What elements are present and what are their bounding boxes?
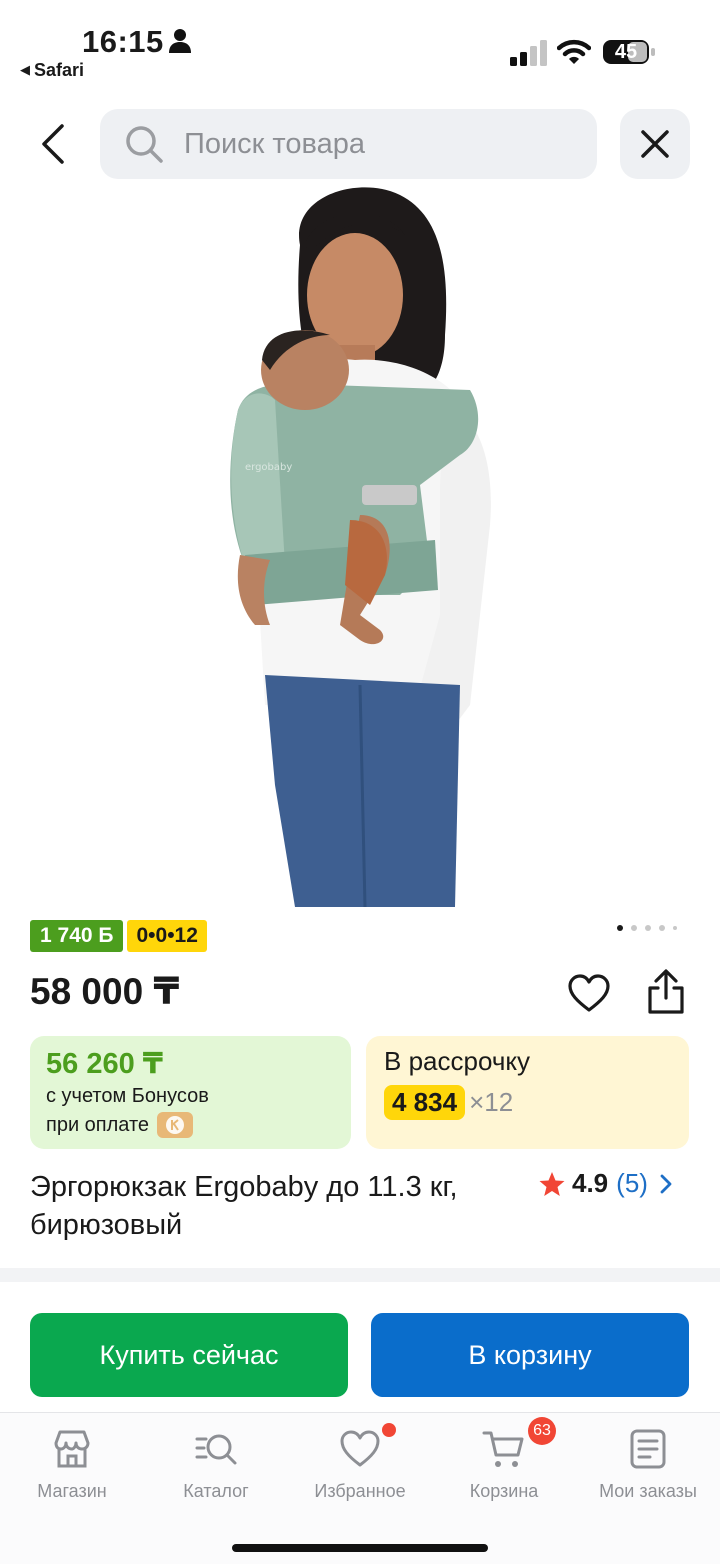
gallery-pagination	[617, 925, 677, 931]
bonus-price-amount: 56 260 ₸	[46, 1048, 163, 1080]
chevron-right-icon	[660, 1174, 672, 1193]
search-placeholder: Поиск товара	[184, 127, 365, 160]
tab-my-orders[interactable]: Мои заказы	[576, 1427, 720, 1502]
rating-value: 4.9	[572, 1168, 609, 1198]
heart-icon	[340, 1430, 380, 1467]
status-time: 16:15	[82, 24, 164, 59]
wifi-icon	[557, 39, 591, 64]
bonus-price-card[interactable]: 56 260 ₸ с учетом Бонусов при оплате	[30, 1036, 351, 1149]
bonus-price-line2: при оплате	[46, 1113, 150, 1136]
product-image[interactable]: ergobaby	[0, 185, 720, 907]
bonus-price-line2-row: при оплате	[46, 1112, 335, 1138]
kaspi-gold-icon	[157, 1112, 194, 1138]
bonus-price-line1: с учетом Бонусов	[46, 1085, 209, 1107]
tab-label: Магазин	[37, 1481, 107, 1501]
installment-row: 4 834 ×12	[384, 1085, 671, 1120]
carrier-logo-text: ergobaby	[245, 462, 292, 473]
gallery-dot	[631, 925, 637, 931]
status-bar: 16:15 ◀ Safari 45	[0, 0, 720, 100]
search-icon	[126, 126, 163, 163]
cart-icon	[482, 1431, 524, 1467]
cellular-signal-icon	[510, 40, 547, 66]
battery-icon: 45	[602, 38, 656, 66]
installment-card[interactable]: В рассрочку 4 834 ×12	[366, 1036, 689, 1149]
cart-icon-wrap: 63	[482, 1417, 556, 1471]
tab-label: Избранное	[314, 1481, 406, 1501]
bottom-tab-bar: Магазин Каталог Избранное 63 Корзина Мои…	[0, 1412, 720, 1564]
rating-link[interactable]: 4.9 (5)	[538, 1168, 674, 1199]
installment-title: В рассрочку	[384, 1046, 531, 1076]
bonus-badge: 1 740 Б	[30, 920, 124, 952]
back-triangle-icon: ◀	[20, 62, 30, 77]
gallery-dot	[645, 925, 651, 931]
favorites-notification-dot	[382, 1423, 396, 1437]
battery-level: 45	[614, 41, 638, 63]
action-bar: Купить сейчас В корзину	[0, 1282, 720, 1412]
tab-cart[interactable]: 63 Корзина	[432, 1417, 576, 1502]
share-icon[interactable]	[644, 968, 688, 1016]
gallery-dot	[659, 925, 665, 931]
buy-now-button[interactable]: Купить сейчас	[30, 1313, 348, 1397]
shop-icon	[54, 1430, 90, 1468]
tab-catalog[interactable]: Каталог	[144, 1427, 288, 1502]
gallery-dot-active	[617, 925, 623, 931]
tab-shop[interactable]: Магазин	[0, 1427, 144, 1502]
back-app-label: Safari	[34, 60, 85, 80]
close-icon	[641, 130, 669, 158]
tab-label: Мои заказы	[599, 1481, 697, 1501]
installment-badge: 0•0•12	[127, 920, 207, 952]
close-button[interactable]	[620, 109, 690, 179]
installment-monthly-amount: 4 834	[384, 1085, 466, 1120]
section-divider	[0, 1268, 720, 1282]
add-to-cart-button[interactable]: В корзину	[371, 1313, 689, 1397]
orders-icon	[630, 1429, 666, 1469]
catalog-search-icon	[195, 1434, 237, 1465]
back-to-app-link[interactable]: ◀ Safari	[20, 60, 84, 81]
search-header: Поиск товара	[0, 108, 720, 180]
person-icon	[169, 29, 191, 53]
product-price: 58 000 ₸	[30, 971, 180, 1012]
search-input[interactable]: Поиск товара	[100, 109, 597, 179]
cart-count-badge: 63	[528, 1417, 556, 1445]
reviews-count: (5)	[616, 1168, 648, 1198]
tab-favorites[interactable]: Избранное	[288, 1423, 432, 1502]
favorite-heart-icon[interactable]	[567, 972, 611, 1016]
product-photo: ergobaby	[230, 187, 491, 907]
tab-label: Корзина	[469, 1481, 539, 1501]
back-button[interactable]	[24, 108, 84, 180]
chevron-left-icon	[42, 124, 64, 164]
home-indicator	[232, 1544, 488, 1552]
promo-badges: 1 740 Б 0•0•12	[30, 920, 207, 952]
tab-label: Каталог	[183, 1481, 249, 1501]
installment-months: ×12	[469, 1087, 514, 1117]
gallery-dot	[673, 926, 677, 930]
product-title: Эргорюкзак Ergobaby до 11.3 кг, бирюзовы…	[30, 1171, 458, 1241]
star-icon	[539, 1171, 565, 1196]
heart-icon-wrap	[338, 1423, 396, 1471]
